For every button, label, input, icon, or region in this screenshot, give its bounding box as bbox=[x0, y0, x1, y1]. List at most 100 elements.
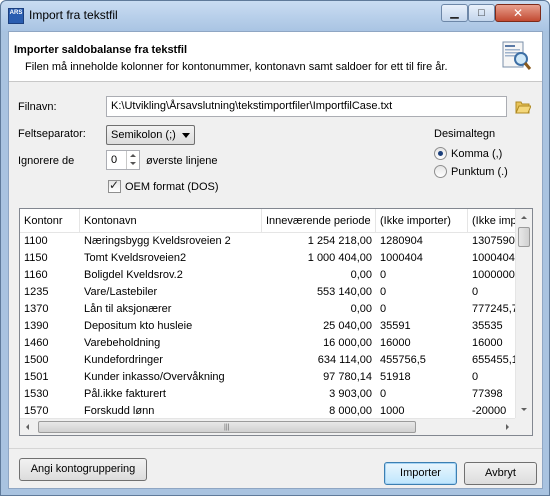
cell-current-period: 553 140,00 bbox=[316, 286, 372, 298]
checkmark-icon: ✓ bbox=[109, 178, 120, 192]
column-header-kontonr[interactable]: Kontonr bbox=[20, 209, 80, 233]
ignore-suffix-label: øverste linjene bbox=[146, 155, 218, 167]
column-header-not-imported-1[interactable]: (Ikke importer) bbox=[376, 209, 468, 233]
decimal-comma-radio[interactable] bbox=[434, 147, 447, 160]
dialog-window: ARS Import fra tekstfil ▁ □ ✕ Importer s… bbox=[0, 0, 550, 496]
scroll-down-icon bbox=[521, 408, 527, 411]
cell-not-imported-1: 0 bbox=[380, 303, 387, 315]
cell-kontonr: 1235 bbox=[24, 286, 49, 298]
separator-dropdown[interactable]: Semikolon (;) bbox=[106, 125, 195, 145]
table-row[interactable]: 1100 Næringsbygg Kveldsroveien 2 1 254 218… bbox=[20, 233, 518, 250]
window-title: Import fra tekstfil bbox=[29, 8, 118, 22]
set-account-grouping-button[interactable]: Angi kontogruppering bbox=[19, 458, 147, 481]
grid-body: 1100 Næringsbygg Kveldsroveien 2 1 254 218… bbox=[20, 233, 518, 420]
table-row[interactable]: 1235 Vare/Lastebiler 553 140,00 0 0 bbox=[20, 284, 518, 301]
cell-not-imported-2: 1000404 bbox=[472, 252, 515, 264]
stepper-buttons[interactable] bbox=[126, 151, 139, 169]
preview-grid[interactable]: Kontonr Kontonavn Inneværende periode (I… bbox=[19, 208, 533, 436]
vertical-scroll-thumb[interactable] bbox=[518, 227, 530, 247]
scroll-grip-icon: ||| bbox=[224, 424, 230, 431]
radio-selected-dot bbox=[438, 151, 443, 156]
minimize-button[interactable]: ▁ bbox=[441, 4, 468, 22]
table-row[interactable]: 1530 Pål.ikke fakturert 3 903,00 0 77398 bbox=[20, 386, 518, 403]
table-row[interactable]: 1390 Depositum kto husleie 25 040,00 35591 3… bbox=[20, 318, 518, 335]
cell-kontonavn: Lån til aksjonærer bbox=[84, 303, 172, 315]
scroll-up-button[interactable] bbox=[516, 209, 532, 226]
table-row[interactable]: 1460 Varebeholdning 16 000,00 16000 16000 bbox=[20, 335, 518, 352]
cell-not-imported-2: 1000000 bbox=[472, 269, 515, 281]
close-button[interactable]: ✕ bbox=[495, 4, 541, 22]
cell-kontonavn: Kundefordringer bbox=[84, 354, 163, 366]
decimal-label: Desimaltegn bbox=[434, 128, 496, 140]
folder-open-icon[interactable] bbox=[515, 100, 531, 114]
cell-current-period: 3 903,00 bbox=[329, 388, 372, 400]
scroll-down-button[interactable] bbox=[516, 401, 532, 418]
cell-kontonr: 1500 bbox=[24, 354, 49, 366]
cell-kontonavn: Tomt Kveldsroveien2 bbox=[84, 252, 187, 264]
cell-kontonr: 1390 bbox=[24, 320, 49, 332]
table-row[interactable]: 1370 Lån til aksjonærer 0,00 0 777245,7 bbox=[20, 301, 518, 318]
horizontal-scrollbar[interactable]: ||| bbox=[20, 418, 516, 435]
cell-not-imported-1: 455756,5 bbox=[380, 354, 426, 366]
cancel-button[interactable]: Avbryt bbox=[464, 462, 537, 485]
stepper-up-icon[interactable] bbox=[130, 154, 136, 157]
column-header-current-period[interactable]: Inneværende periode bbox=[262, 209, 376, 233]
cell-kontonr: 1150 bbox=[24, 252, 48, 264]
header-title: Importer saldobalanse fra tekstfil bbox=[14, 44, 187, 56]
cell-kontonr: 1370 bbox=[24, 303, 49, 315]
grid-header: Kontonr Kontonavn Inneværende periode (I… bbox=[20, 209, 518, 233]
vertical-scrollbar[interactable] bbox=[515, 209, 532, 418]
scroll-right-button[interactable] bbox=[499, 419, 516, 435]
cell-not-imported-2: 1307590 bbox=[472, 235, 515, 247]
column-header-not-imported-2[interactable]: (Ikke impo bbox=[468, 209, 518, 233]
cell-current-period: 0,00 bbox=[350, 269, 372, 281]
cell-not-imported-1: 16000 bbox=[380, 337, 411, 349]
cell-not-imported-2: 77398 bbox=[472, 388, 503, 400]
cell-current-period: 1 254 218,00 bbox=[307, 235, 372, 247]
cell-kontonavn: Pål.ikke fakturert bbox=[84, 388, 166, 400]
table-row[interactable]: 1150 Tomt Kveldsroveien2 1 000 404,00 10004… bbox=[20, 250, 518, 267]
scroll-left-icon bbox=[26, 424, 29, 430]
cell-not-imported-1: 51918 bbox=[380, 371, 411, 383]
cell-kontonr: 1160 bbox=[24, 269, 48, 281]
decimal-comma-label[interactable]: Komma (,) bbox=[451, 148, 502, 160]
table-row[interactable]: 1160 Boligdel Kveldsrov.2 0,00 0 1000000 bbox=[20, 267, 518, 284]
cell-not-imported-1: 0 bbox=[380, 388, 387, 400]
text-file-search-icon bbox=[502, 41, 532, 70]
oem-format-checkbox[interactable]: ✓ bbox=[108, 178, 121, 193]
horizontal-scroll-thumb[interactable]: ||| bbox=[38, 421, 416, 433]
ignore-lines-stepper[interactable]: 0 bbox=[106, 150, 140, 170]
cell-kontonr: 1501 bbox=[24, 371, 49, 383]
cell-kontonavn: Depositum kto husleie bbox=[84, 320, 193, 332]
cell-not-imported-2: 35535 bbox=[472, 320, 503, 332]
column-header-kontonavn[interactable]: Kontonavn bbox=[80, 209, 262, 233]
cell-not-imported-1: 0 bbox=[380, 286, 387, 298]
cell-current-period: 1 000 404,00 bbox=[307, 252, 372, 264]
filename-input[interactable]: K:\Utvikling\Årsavslutning\tekstimportfi… bbox=[106, 96, 507, 117]
table-row[interactable]: 1500 Kundefordringer 634 114,00 455756,5 655… bbox=[20, 352, 518, 369]
table-row[interactable]: 1501 Kunder inkasso/Overvåkning 97 780,14 5… bbox=[20, 369, 518, 386]
cell-current-period: 634 114,00 bbox=[317, 354, 372, 366]
header-panel: Importer saldobalanse fra tekstfil Filen… bbox=[9, 32, 542, 82]
ignore-label: Ignorere de bbox=[18, 155, 75, 167]
scroll-left-button[interactable] bbox=[20, 419, 37, 435]
app-icon: ARS bbox=[8, 8, 24, 24]
chevron-down-icon bbox=[182, 133, 190, 138]
dialog-client-area: Importer saldobalanse fra tekstfil Filen… bbox=[8, 31, 543, 489]
decimal-point-label[interactable]: Punktum (.) bbox=[451, 166, 508, 178]
ignore-lines-value: 0 bbox=[111, 154, 118, 166]
maximize-button[interactable]: □ bbox=[468, 4, 495, 22]
separator-value: Semikolon (;) bbox=[111, 129, 176, 141]
import-button[interactable]: Importer bbox=[384, 462, 457, 485]
cell-not-imported-2: 0 bbox=[472, 286, 479, 298]
cell-not-imported-1: 35591 bbox=[380, 320, 411, 332]
oem-format-label[interactable]: OEM format (DOS) bbox=[125, 181, 219, 193]
filename-label: Filnavn: bbox=[18, 101, 57, 113]
scrollbar-corner bbox=[515, 418, 532, 435]
title-bar[interactable]: ARS Import fra tekstfil ▁ □ ✕ bbox=[1, 1, 549, 31]
cell-kontonr: 1100 bbox=[24, 235, 48, 247]
bottom-separator bbox=[9, 448, 542, 449]
decimal-point-radio[interactable] bbox=[434, 165, 447, 178]
stepper-down-icon[interactable] bbox=[130, 162, 136, 165]
minimize-icon: ▁ bbox=[450, 7, 459, 19]
